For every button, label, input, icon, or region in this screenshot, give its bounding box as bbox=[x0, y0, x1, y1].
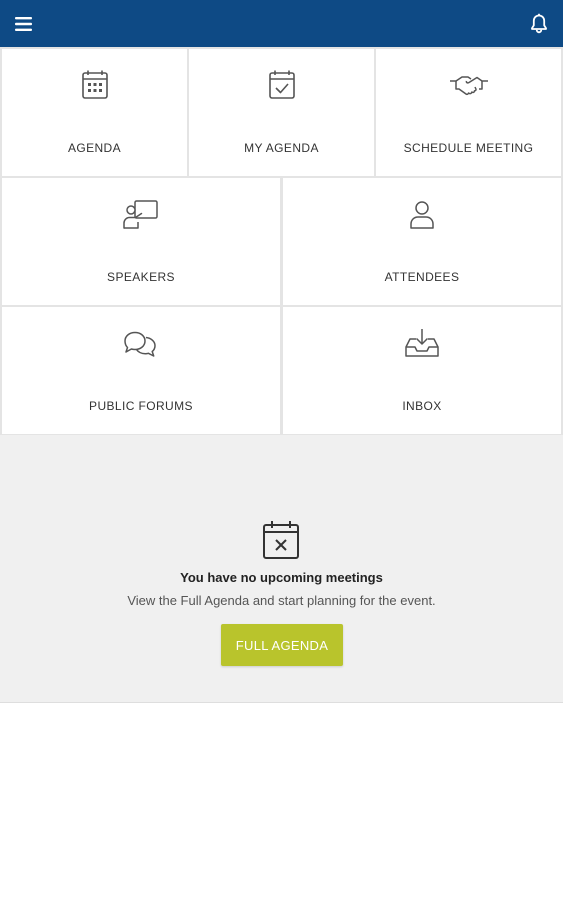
bell-icon[interactable] bbox=[526, 11, 552, 37]
tile-label: SPEAKERS bbox=[107, 270, 175, 284]
full-agenda-button[interactable]: FULL AGENDA bbox=[221, 624, 343, 666]
hamburger-menu-icon[interactable] bbox=[11, 11, 37, 37]
tile-label: PUBLIC FORUMS bbox=[89, 399, 193, 413]
calendar-grid-icon bbox=[75, 69, 115, 103]
tile-label: INBOX bbox=[402, 399, 442, 413]
tile-label: ATTENDEES bbox=[384, 270, 460, 284]
chat-bubbles-icon bbox=[121, 327, 161, 361]
tile-label: AGENDA bbox=[67, 141, 122, 155]
tile-label: MY AGENDA bbox=[244, 141, 319, 155]
tile-agenda[interactable]: AGENDA bbox=[2, 49, 187, 176]
tile-my-agenda[interactable]: MY AGENDA bbox=[189, 49, 374, 176]
handshake-icon bbox=[449, 69, 489, 103]
feature-grid: AGENDA MY AGENDA SCHEDULE MEETING SPEAKE… bbox=[0, 47, 563, 435]
tile-label: SCHEDULE MEETING bbox=[403, 141, 534, 155]
tile-attendees[interactable]: ATTENDEES bbox=[283, 178, 561, 305]
tile-inbox[interactable]: INBOX bbox=[283, 307, 561, 434]
upcoming-meetings-panel: You have no upcoming meetings View the F… bbox=[0, 435, 563, 703]
tile-schedule-meeting[interactable]: SCHEDULE MEETING bbox=[376, 49, 561, 176]
empty-state-title: You have no upcoming meetings bbox=[180, 570, 383, 585]
presenter-icon bbox=[121, 198, 161, 232]
calendar-check-icon bbox=[262, 69, 302, 103]
calendar-x-icon bbox=[261, 519, 301, 561]
app-header bbox=[0, 0, 563, 47]
tile-public-forums[interactable]: PUBLIC FORUMS bbox=[2, 307, 280, 434]
tile-speakers[interactable]: SPEAKERS bbox=[2, 178, 280, 305]
person-icon bbox=[402, 198, 442, 232]
empty-state-subtitle: View the Full Agenda and start planning … bbox=[127, 593, 436, 608]
inbox-download-icon bbox=[402, 327, 442, 361]
